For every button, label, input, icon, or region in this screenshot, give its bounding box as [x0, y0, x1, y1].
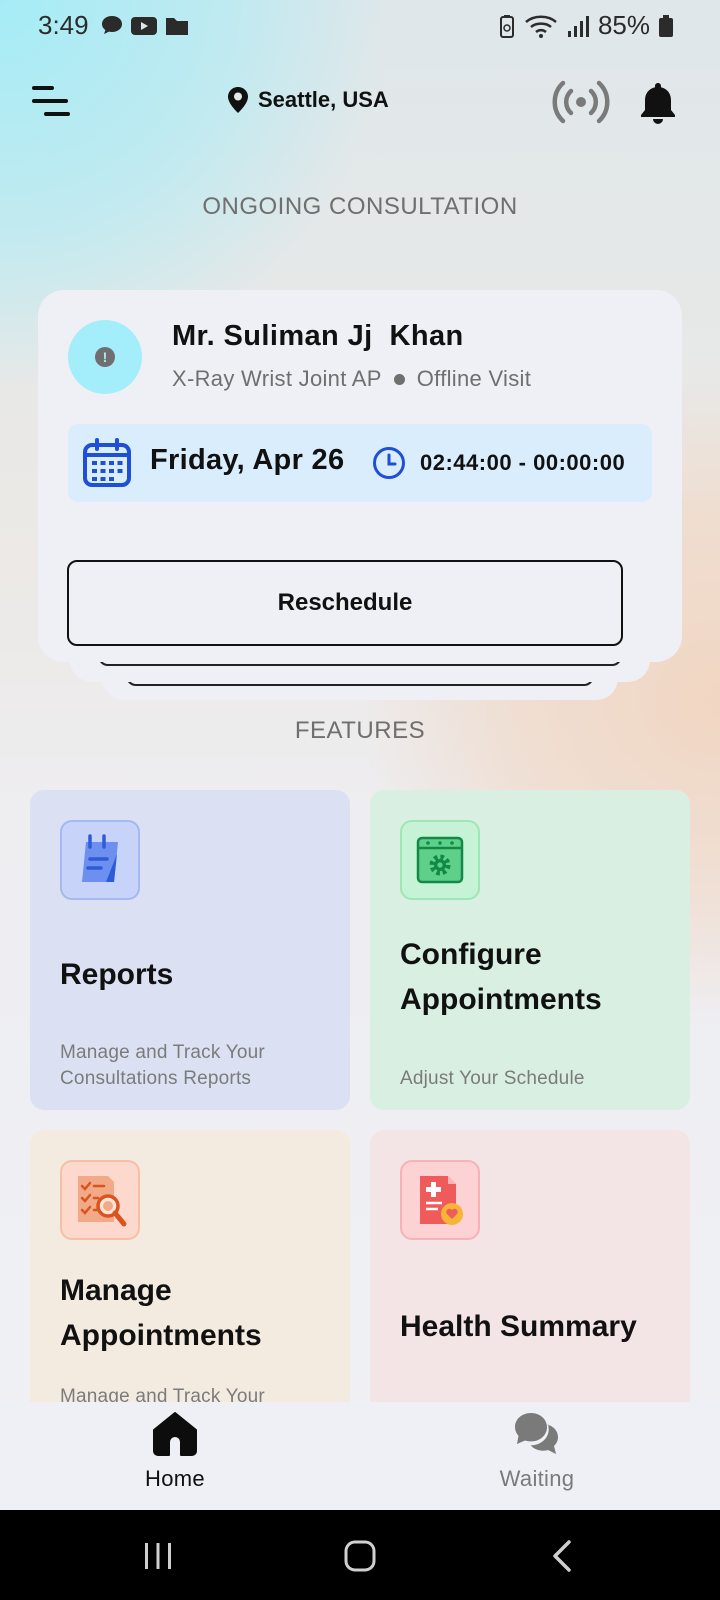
visit-mode: Offline Visit [416, 366, 532, 391]
broadcast-icon [552, 80, 610, 124]
bottom-navigation: Home Waiting [0, 1402, 720, 1510]
alert-icon: ! [95, 347, 115, 367]
status-time: 3:49 [38, 10, 89, 40]
wifi-icon [525, 15, 557, 38]
avatar: ! [68, 320, 142, 394]
feature-card-configure-appointments[interactable]: Configure Appointments Adjust Your Sched… [370, 790, 690, 1110]
home-circle-icon[interactable] [343, 1539, 377, 1573]
feature-card-health-summary[interactable]: Health Summary [370, 1130, 690, 1402]
battery-icon [659, 14, 673, 37]
medical-report-icon [400, 1160, 480, 1240]
nav-item-waiting[interactable]: Waiting [437, 1402, 637, 1510]
back-icon[interactable] [550, 1539, 574, 1573]
report-notepad-icon [60, 820, 140, 900]
status-notification-icons [100, 13, 190, 39]
nav-label-home: Home [145, 1466, 205, 1491]
clock-icon [373, 447, 405, 479]
patient-name: Mr. Suliman Jj Khan [172, 320, 464, 352]
feature-subtitle: Manage and Track Your Consultations Repo… [60, 1042, 265, 1089]
system-navigation-bar [0, 1510, 720, 1600]
battery-percent: 85% [597, 10, 650, 40]
chat-bubble-icon [102, 16, 122, 34]
bell-icon [641, 83, 675, 124]
feature-subtitle: Adjust Your Schedule [400, 1068, 585, 1089]
status-bar: 3:49 85% [0, 0, 720, 54]
location-label: Seattle, USA [258, 87, 389, 112]
chat-bubbles-icon [515, 1413, 558, 1454]
feature-title: Manage Appointments [60, 1274, 262, 1352]
visit-type: X-Ray Wrist Joint AP [172, 366, 382, 391]
nav-item-home[interactable]: Home [75, 1402, 275, 1510]
battery-saver-icon [499, 14, 514, 38]
separator-dot [393, 373, 405, 385]
location-pin-icon [228, 87, 248, 113]
consultation-card[interactable]: ! Mr. Suliman Jj Khan X-Ray Wrist Joint … [38, 290, 682, 662]
feature-card-reports[interactable]: Reports Manage and Track Your Consultati… [30, 790, 350, 1110]
status-right-group: 85% [498, 10, 674, 41]
broadcast-button[interactable] [552, 78, 610, 126]
appointment-date: Friday, Apr 26 [150, 444, 345, 476]
menu-icon [32, 86, 70, 116]
feature-title: Reports [60, 958, 174, 991]
folder-icon [166, 18, 188, 35]
visit-details: X-Ray Wrist Joint AP Offline Visit [172, 366, 531, 392]
features-section-title: FEATURES [294, 717, 426, 744]
notifications-button[interactable] [636, 80, 680, 126]
appointment-time: 02:44:00 - 00:00:00 [420, 450, 626, 475]
feature-title: Configure Appointments [400, 938, 602, 1016]
location-selector[interactable]: Seattle, USA [226, 86, 389, 114]
ongoing-section-title: ONGOING CONSULTATION [202, 193, 518, 220]
recents-icon[interactable] [142, 1540, 174, 1572]
signal-icon [567, 15, 589, 37]
feature-title: Health Summary [400, 1310, 637, 1343]
feature-subtitle: Manage and Track Your [60, 1386, 265, 1402]
feature-card-manage-appointments[interactable]: Manage Appointments Manage and Track You… [30, 1130, 350, 1402]
home-icon [153, 1412, 197, 1456]
youtube-icon [131, 17, 157, 35]
appointment-datetime-bar: Friday, Apr 26 02:44:00 - 00:00:00 [68, 424, 652, 502]
calendar-icon [83, 438, 131, 487]
nav-label-waiting: Waiting [499, 1466, 575, 1491]
reschedule-button[interactable]: Reschedule [67, 560, 623, 646]
checklist-search-icon [60, 1160, 140, 1240]
calendar-gear-icon [400, 820, 480, 900]
menu-button[interactable] [30, 82, 74, 122]
